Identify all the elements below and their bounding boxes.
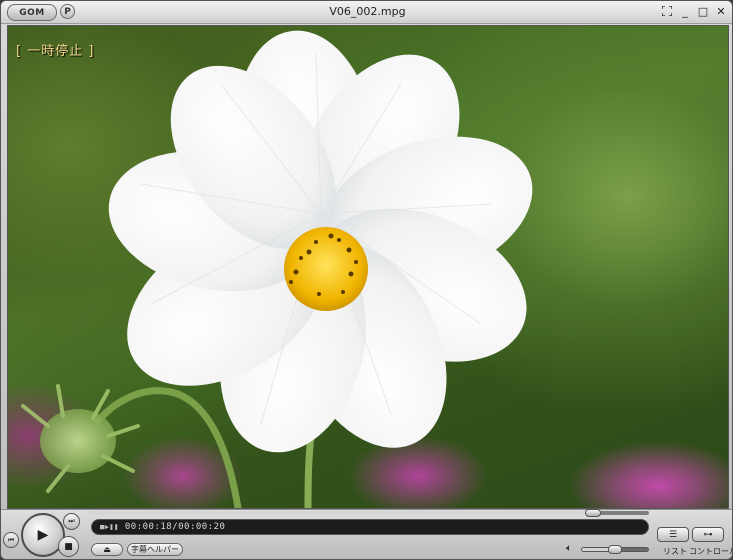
playback-time: 00:00:18/00:00:20 bbox=[124, 522, 226, 532]
video-display[interactable]: [ 一時停止 ] bbox=[7, 25, 729, 509]
logo-text: GOM bbox=[19, 7, 45, 18]
playback-status-display: ■▶❚❚ 00:00:18/00:00:20 bbox=[91, 519, 649, 535]
window-title: V06_002.mpg bbox=[329, 5, 406, 18]
pause-status-overlay: [ 一時停止 ] bbox=[16, 44, 95, 59]
next-icon: ⏭ bbox=[68, 517, 75, 525]
playlist-label: リスト bbox=[663, 547, 687, 556]
seek-progress bbox=[89, 511, 593, 515]
stop-icon: ■ bbox=[64, 541, 73, 552]
gom-player-window: GOM P V06_002.mpg _ □ ✕ [一時停止] ⏮ ▶ ⏭ ■… bbox=[0, 0, 733, 560]
seek-handle[interactable] bbox=[585, 509, 601, 517]
window-controls: _ □ ✕ bbox=[660, 4, 728, 18]
title-bar[interactable]: GOM P V06_002.mpg _ □ ✕ bbox=[1, 1, 732, 24]
list-icon: ☰ bbox=[668, 529, 678, 540]
control-icon: ⊶ bbox=[703, 529, 713, 540]
fullscreen-icon[interactable] bbox=[660, 4, 674, 18]
previous-button[interactable]: ⏮ bbox=[3, 532, 19, 548]
next-button[interactable]: ⏭ bbox=[63, 513, 80, 530]
video-frame-image bbox=[21, 30, 533, 508]
speaker-icon[interactable]: 🔈︎ bbox=[566, 543, 572, 554]
preferences-button[interactable]: P bbox=[60, 4, 75, 19]
preferences-label: P bbox=[64, 6, 71, 17]
subtitle-helper-label: 字幕ヘルパー bbox=[131, 545, 179, 554]
maximize-button[interactable]: □ bbox=[696, 4, 710, 18]
seek-bar[interactable] bbox=[89, 509, 649, 517]
pause-state-icon: ■▶❚❚ bbox=[100, 523, 119, 531]
gom-logo[interactable]: GOM bbox=[7, 4, 57, 21]
eject-icon: ⏏ bbox=[103, 545, 111, 554]
stop-button[interactable]: ■ bbox=[58, 536, 79, 557]
control-panel-label: コントロール bbox=[689, 547, 733, 556]
subtitle-helper-button[interactable]: 字幕ヘルパー bbox=[127, 543, 183, 556]
close-button[interactable]: ✕ bbox=[714, 4, 728, 18]
volume-slider[interactable] bbox=[581, 545, 649, 554]
volume-handle[interactable] bbox=[608, 545, 622, 554]
playlist-button[interactable]: ☰ bbox=[657, 527, 689, 542]
previous-icon: ⏮ bbox=[7, 535, 15, 544]
play-icon: ▶ bbox=[37, 527, 49, 543]
open-file-button[interactable]: ⏏ bbox=[91, 543, 123, 556]
minimize-button[interactable]: _ bbox=[678, 4, 692, 18]
control-panel-button[interactable]: ⊶ bbox=[692, 527, 724, 542]
control-bar: ⏮ ▶ ⏭ ■ ■▶❚❚ 00:00:18/00:00:20 ⏏ 字幕ヘルパー … bbox=[1, 509, 733, 559]
